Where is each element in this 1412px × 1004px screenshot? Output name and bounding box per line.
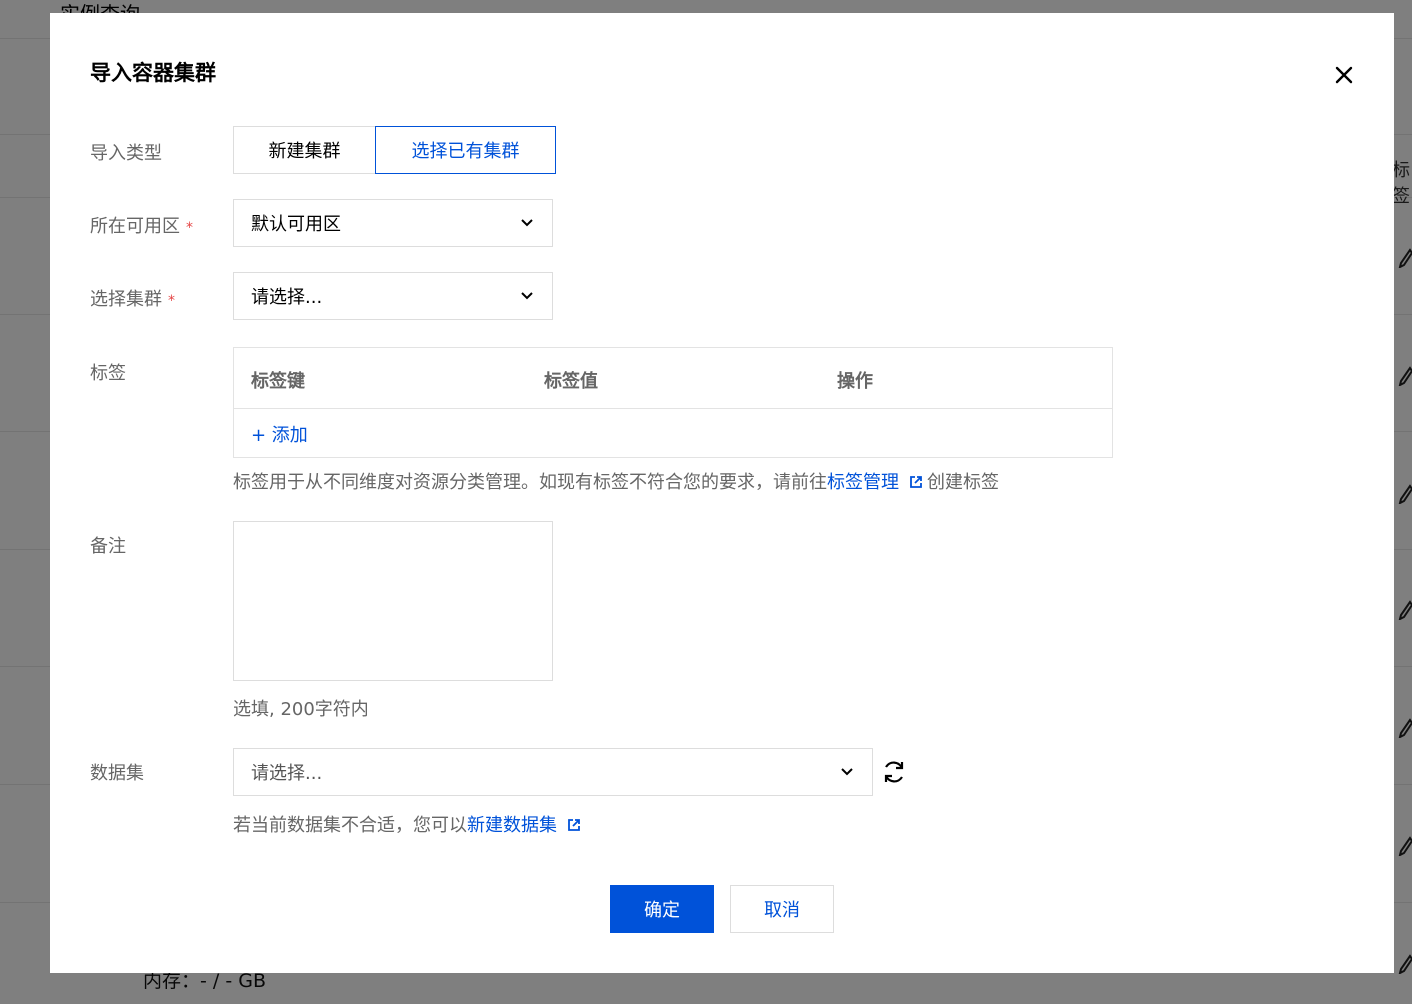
import-type-label: 导入类型: [90, 143, 162, 164]
dataset-help-text: 若当前数据集不合适，您可以新建数据集: [233, 811, 585, 837]
dialog-title: 导入容器集群: [90, 61, 216, 85]
zone-select-value: 默认可用区: [251, 214, 341, 235]
required-mark: *: [186, 220, 193, 236]
chevron-down-icon: [521, 292, 533, 300]
tag-management-link[interactable]: 标签管理: [827, 472, 899, 493]
external-link-icon[interactable]: [567, 818, 581, 832]
tags-help-suffix: 创建标签: [927, 472, 999, 493]
import-type-segmented: 新建集群 选择已有集群: [233, 126, 556, 174]
remark-label: 备注: [90, 536, 126, 557]
dataset-select[interactable]: 请选择...: [233, 748, 873, 796]
dataset-help-prefix: 若当前数据集不合适，您可以: [233, 815, 467, 836]
new-dataset-link[interactable]: 新建数据集: [467, 815, 557, 836]
remark-textarea[interactable]: [233, 521, 553, 681]
dataset-label: 数据集: [90, 763, 144, 784]
import-cluster-dialog: 导入容器集群 导入类型 新建集群 选择已有集群 所在可用区 * 默认可用区 选择集…: [50, 13, 1394, 973]
zone-select[interactable]: 默认可用区: [233, 199, 553, 247]
cluster-select[interactable]: 请选择...: [233, 272, 553, 320]
import-type-existing-cluster[interactable]: 选择已有集群: [375, 126, 556, 174]
tags-help-prefix: 标签用于从不同维度对资源分类管理。如现有标签不符合您的要求，请前往: [233, 472, 827, 493]
cancel-button[interactable]: 取消: [730, 885, 834, 933]
refresh-icon[interactable]: [881, 759, 907, 785]
zone-label: 所在可用区 *: [90, 212, 193, 238]
external-link-icon[interactable]: [909, 475, 923, 489]
tags-label: 标签: [90, 363, 126, 384]
column-header-tag-key: 标签键: [251, 371, 305, 392]
cluster-label-text: 选择集群: [90, 289, 162, 310]
cluster-label: 选择集群 *: [90, 285, 175, 311]
column-header-operation: 操作: [837, 371, 873, 392]
close-icon[interactable]: [1332, 63, 1356, 87]
chevron-down-icon: [521, 219, 533, 227]
chevron-down-icon: [841, 768, 853, 776]
dataset-select-placeholder: 请选择...: [251, 763, 323, 784]
required-mark: *: [168, 293, 175, 309]
tags-table-header: 标签键 标签值 操作: [234, 348, 1112, 409]
add-tag-button[interactable]: + 添加: [251, 421, 308, 447]
zone-label-text: 所在可用区: [90, 216, 180, 237]
import-type-new-cluster[interactable]: 新建集群: [233, 126, 375, 174]
confirm-button[interactable]: 确定: [610, 885, 714, 933]
column-header-tag-value: 标签值: [544, 371, 598, 392]
tags-help-text: 标签用于从不同维度对资源分类管理。如现有标签不符合您的要求，请前往标签管理 创建标…: [233, 468, 999, 494]
tags-table: 标签键 标签值 操作 + 添加: [233, 347, 1113, 458]
remark-hint: 选填, 200字符内: [233, 699, 369, 720]
cluster-select-value: 请选择...: [251, 287, 323, 308]
